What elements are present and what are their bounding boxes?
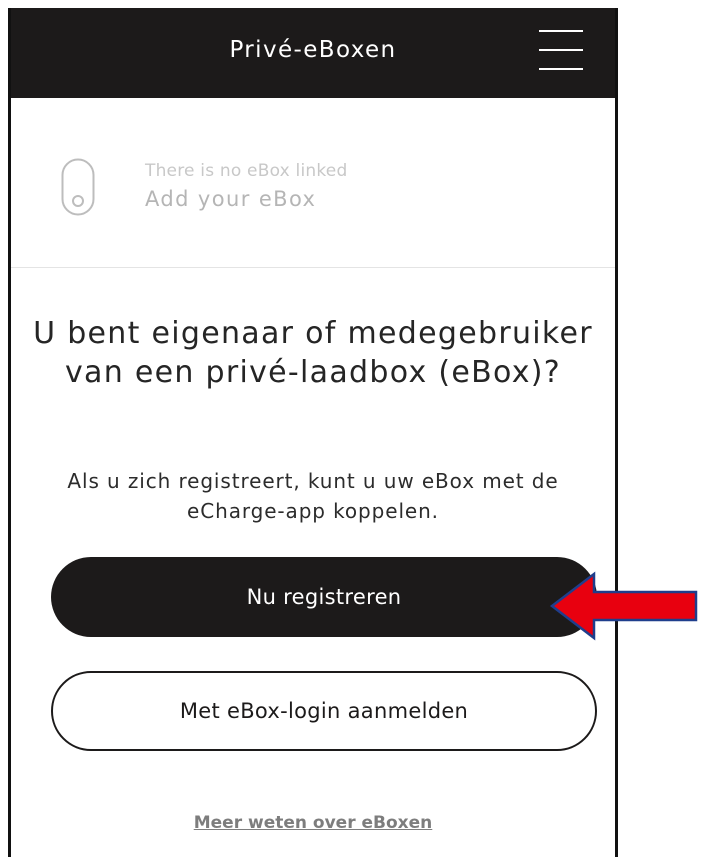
more-info-link[interactable]: Meer weten over eBoxen xyxy=(11,813,615,833)
red-arrow-pointer xyxy=(549,571,698,641)
hamburger-menu-icon-bottom xyxy=(539,68,583,70)
ebox-login-button[interactable]: Met eBox-login aanmelden xyxy=(51,671,597,751)
hamburger-menu-icon xyxy=(539,30,583,32)
register-button[interactable]: Nu registreren xyxy=(51,557,597,637)
add-ebox-row[interactable]: There is no eBox linked Add your eBox xyxy=(11,98,615,268)
app-screen: Privé-eBoxen There is no eBox linked Add… xyxy=(8,8,618,857)
ebox-status-text: There is no eBox linked xyxy=(145,161,348,181)
ebox-device-icon xyxy=(61,158,95,216)
app-header: Privé-eBoxen xyxy=(11,8,615,98)
ownership-question: U bent eigenaar of medegebruiker van een… xyxy=(33,316,593,390)
page-title: Privé-eBoxen xyxy=(229,37,397,63)
ebox-status: There is no eBox linked Add your eBox xyxy=(145,161,347,211)
registration-explanation: Als u zich registreert, kunt u uw eBox m… xyxy=(67,469,559,523)
hamburger-menu-icon-middle xyxy=(539,49,583,51)
menu-button[interactable] xyxy=(539,30,583,70)
add-ebox-label: Add your eBox xyxy=(145,187,317,211)
